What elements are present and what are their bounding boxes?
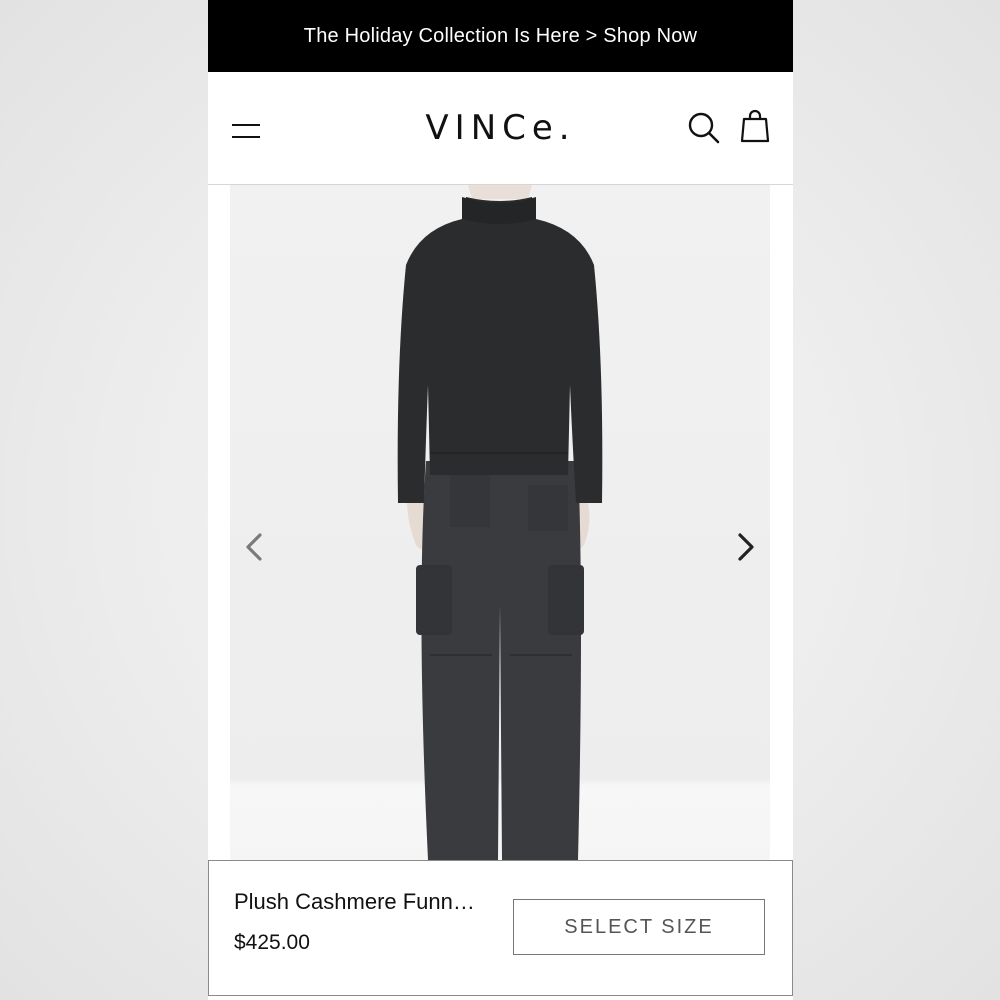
brand-logo[interactable]: VINCe. (388, 108, 613, 148)
promo-banner[interactable]: The Holiday Collection Is Here > Shop No… (208, 0, 793, 72)
hamburger-menu-icon[interactable] (232, 122, 260, 140)
product-name[interactable]: Plush Cashmere Funn… (234, 889, 504, 915)
select-size-button[interactable]: SELECT SIZE (513, 899, 765, 955)
sweater-shape (397, 197, 603, 503)
chevron-right-icon[interactable] (730, 527, 760, 567)
chevron-left-icon[interactable] (240, 527, 270, 567)
promo-text[interactable]: The Holiday Collection Is Here > Shop No… (304, 25, 697, 48)
product-photo (397, 185, 603, 860)
product-image-gallery[interactable] (230, 185, 770, 860)
sticky-buy-bar: Plush Cashmere Funn… $425.00 SELECT SIZE (208, 860, 793, 996)
product-price: $425.00 (234, 931, 310, 954)
mobile-page: The Holiday Collection Is Here > Shop No… (208, 0, 793, 1000)
site-header: VINCe. (208, 72, 793, 185)
shopping-bag-icon[interactable] (738, 108, 772, 146)
search-icon[interactable] (686, 110, 722, 146)
